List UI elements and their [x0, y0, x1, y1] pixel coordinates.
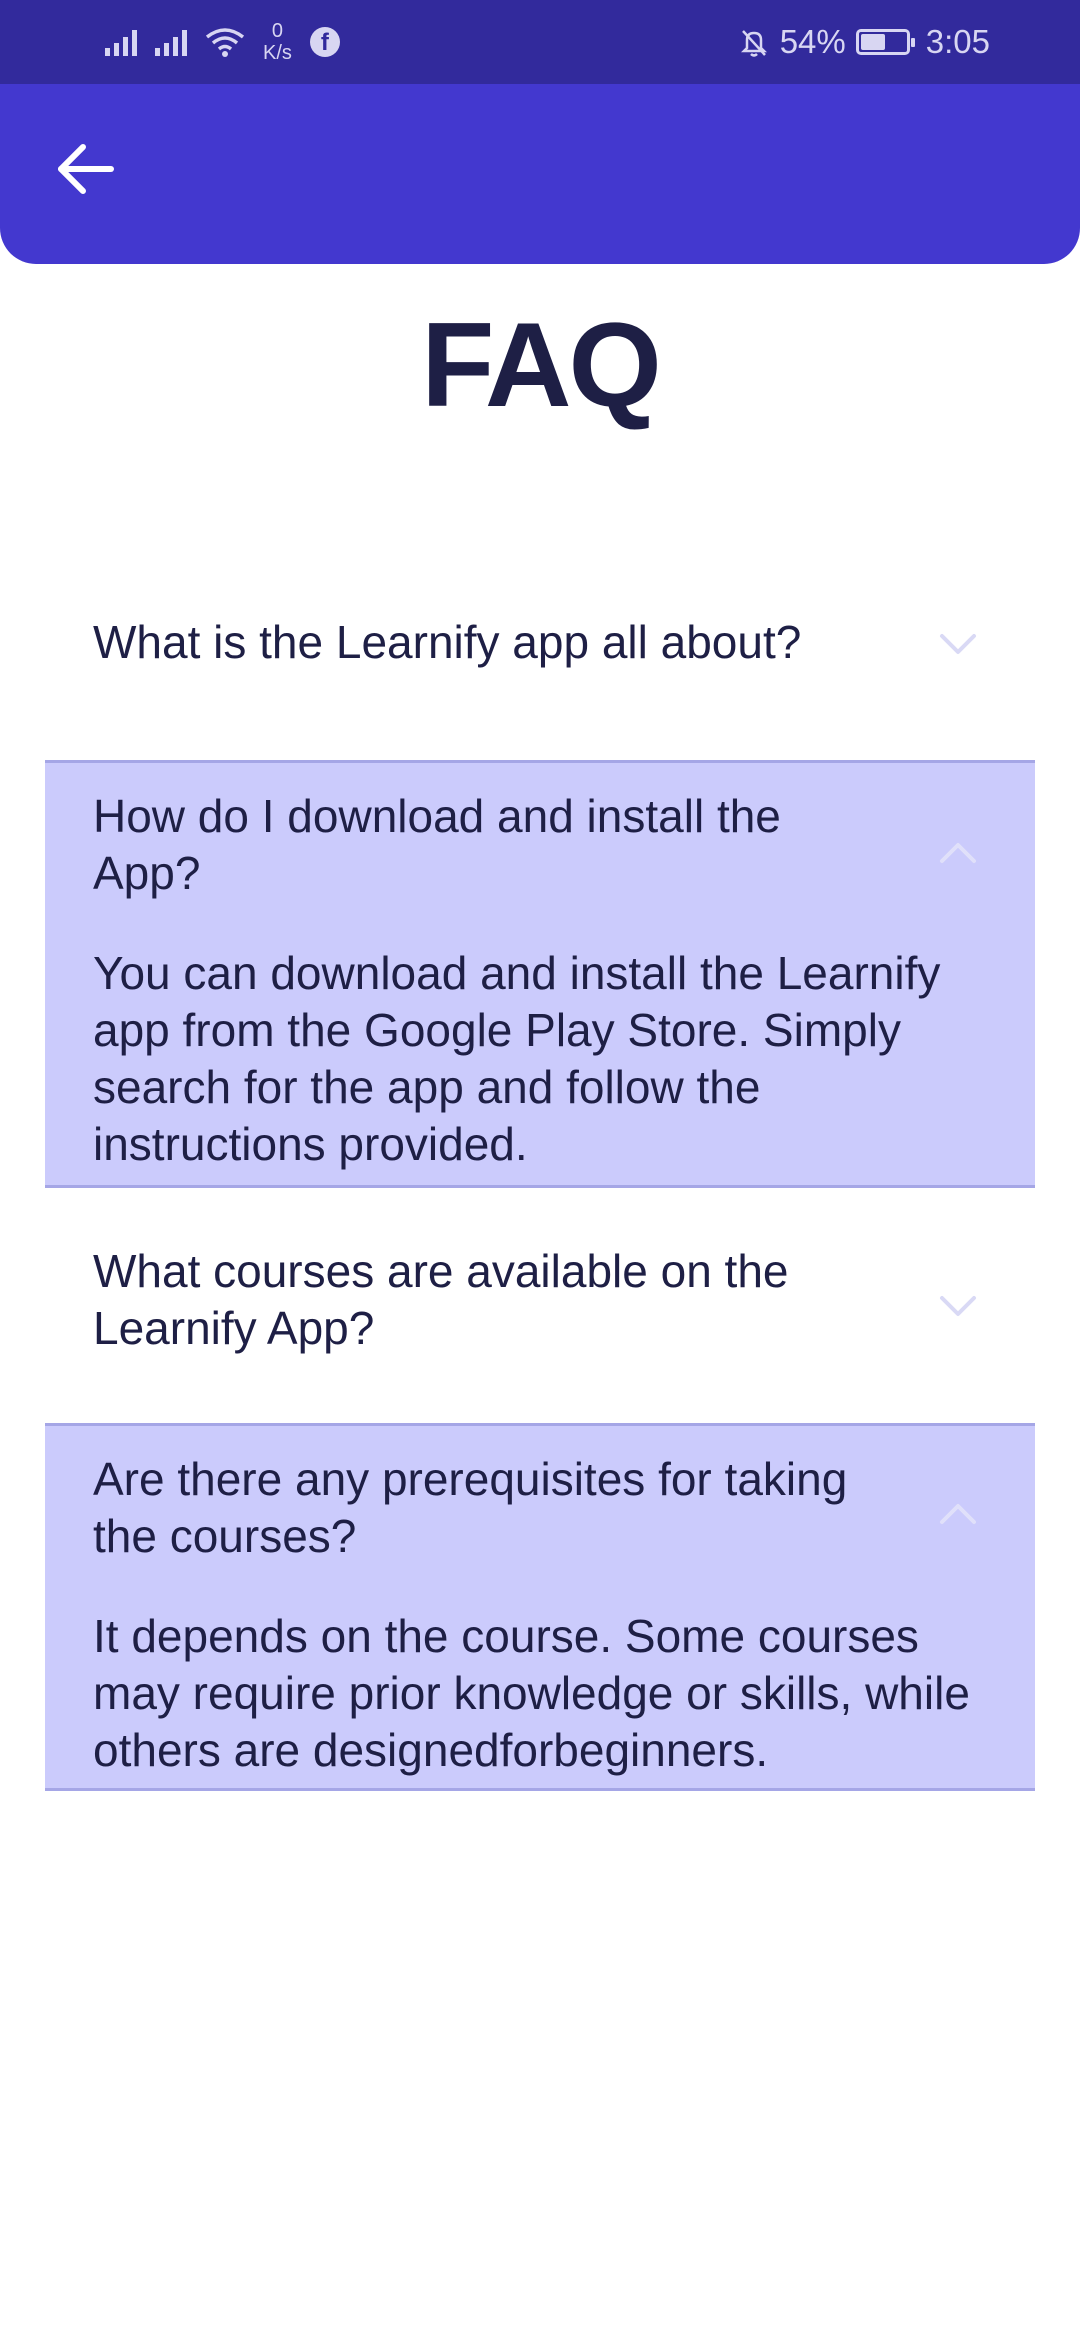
net-speed-unit: K/s: [263, 42, 292, 64]
status-right-icons: 54% 3:05: [738, 14, 990, 70]
battery-fill: [860, 34, 885, 50]
faq-question: How do I download and install the App?: [93, 790, 781, 899]
faq-list: What is the Learnify app all about? How …: [45, 570, 1035, 1791]
faq-item-expanded[interactable]: How do I download and install the App? Y…: [45, 760, 1035, 1188]
faq-answer: It depends on the course. Some courses m…: [93, 1610, 970, 1776]
back-button[interactable]: [40, 124, 130, 214]
app-bar: [0, 84, 1080, 264]
battery-icon: [855, 29, 915, 55]
net-speed: 0 K/s: [263, 20, 292, 64]
status-left-icons: 0 K/s f: [105, 14, 340, 70]
status-bar: 0 K/s f 54% 3:05: [0, 0, 1080, 84]
faq-item-expanded[interactable]: Are there any prerequisites for taking t…: [45, 1423, 1035, 1791]
faq-question: What courses are available on the Learni…: [93, 1245, 789, 1354]
signal-1-icon: [105, 28, 137, 56]
arrow-left-icon: [58, 144, 114, 194]
faq-item[interactable]: What is the Learnify app all about?: [45, 570, 1035, 760]
faq-question: Are there any prerequisites for taking t…: [93, 1453, 848, 1562]
chevron-down-icon[interactable]: [936, 622, 980, 666]
faq-item[interactable]: What courses are available on the Learni…: [45, 1188, 1035, 1423]
net-speed-value: 0: [271, 20, 284, 42]
chevron-up-icon[interactable]: [936, 1492, 980, 1536]
signal-2-icon: [155, 28, 187, 56]
wifi-icon: [205, 28, 245, 57]
faq-answer: You can download and install the Learnif…: [93, 947, 941, 1170]
battery-percent: 54%: [779, 23, 846, 60]
faq-question: What is the Learnify app all about?: [93, 616, 802, 668]
clock: 3:05: [925, 23, 990, 60]
chevron-down-icon[interactable]: [936, 1284, 980, 1328]
facebook-icon: f: [309, 27, 340, 57]
page-title: FAQ: [421, 298, 662, 432]
bell-muted-icon: [740, 30, 767, 57]
chevron-up-icon[interactable]: [936, 831, 980, 875]
